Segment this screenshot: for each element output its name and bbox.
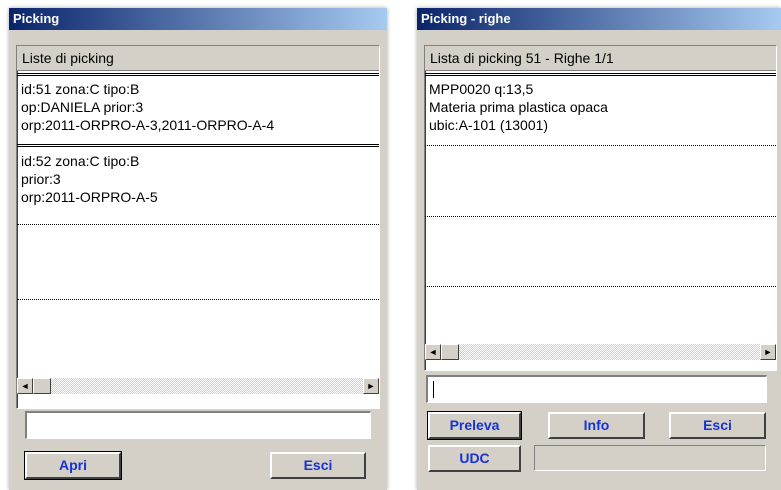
scroll-left-icon[interactable]: ◄: [17, 378, 33, 394]
scroll-thumb[interactable]: [441, 344, 459, 360]
scroll-right-icon[interactable]: ►: [363, 378, 379, 394]
list-item-line: ubic:A-101 (13001): [429, 117, 549, 133]
status-field: [534, 445, 766, 471]
pick-button[interactable]: Preleva: [427, 411, 522, 440]
list-header-divider: [17, 73, 379, 76]
picking-window: Picking Liste di picking id:51 zona:C ti…: [9, 8, 387, 490]
picking-lines-list: Lista di picking 51 - Righe 1/1 MPP0020 …: [424, 45, 777, 371]
row-divider: [17, 224, 379, 225]
list-item-line: Materia prima plastica opaca: [429, 99, 608, 115]
row-divider: [425, 145, 776, 146]
list-item-line: orp:2011-ORPRO-A-5: [21, 189, 158, 205]
text-caret: [433, 381, 434, 398]
list-item-empty[interactable]: [425, 147, 776, 215]
horizontal-scrollbar[interactable]: ◄ ►: [425, 344, 776, 360]
list-item-line: id:52 zona:C tipo:B: [21, 153, 140, 169]
list-item[interactable]: MPP0020 q:13,5 Materia prima plastica op…: [425, 77, 776, 134]
list-header-divider: [425, 73, 776, 76]
info-button[interactable]: Info: [548, 412, 645, 439]
row-divider: [17, 144, 379, 147]
list-item-line: orp:2011-ORPRO-A-3,2011-ORPRO-A-4: [21, 117, 275, 133]
list-header: Lista di picking 51 - Righe 1/1: [425, 46, 776, 71]
barcode-input[interactable]: [426, 375, 767, 403]
list-item[interactable]: id:52 zona:C tipo:B prior:3 orp:2011-ORP…: [17, 149, 379, 206]
list-item-line: prior:3: [21, 171, 61, 187]
exit-button[interactable]: Esci: [270, 452, 366, 479]
picking-list: Liste di picking id:51 zona:C tipo:B op:…: [16, 45, 380, 409]
row-divider: [425, 216, 776, 217]
scroll-thumb[interactable]: [33, 378, 51, 394]
row-divider: [425, 286, 776, 287]
row-divider: [17, 299, 379, 300]
open-button[interactable]: Apri: [24, 451, 122, 480]
list-item-line: MPP0020 q:13,5: [429, 81, 534, 97]
list-header: Liste di picking: [17, 46, 379, 71]
exit-button[interactable]: Esci: [669, 412, 766, 439]
horizontal-scrollbar[interactable]: ◄ ►: [17, 378, 379, 394]
window-title: Picking: [9, 8, 387, 30]
list-item-empty[interactable]: [425, 218, 776, 286]
udc-button[interactable]: UDC: [428, 445, 521, 472]
list-item-empty[interactable]: [17, 226, 379, 298]
barcode-input[interactable]: [25, 411, 371, 439]
list-item-line: op:DANIELA prior:3: [21, 99, 144, 115]
list-item-line: id:51 zona:C tipo:B: [21, 81, 140, 97]
window-title: Picking - righe: [417, 8, 781, 30]
scroll-left-icon[interactable]: ◄: [425, 344, 441, 360]
scroll-right-icon[interactable]: ►: [760, 344, 776, 360]
list-item[interactable]: id:51 zona:C tipo:B op:DANIELA prior:3 o…: [17, 77, 379, 134]
picking-lines-window: Picking - righe Lista di picking 51 - Ri…: [417, 8, 781, 490]
